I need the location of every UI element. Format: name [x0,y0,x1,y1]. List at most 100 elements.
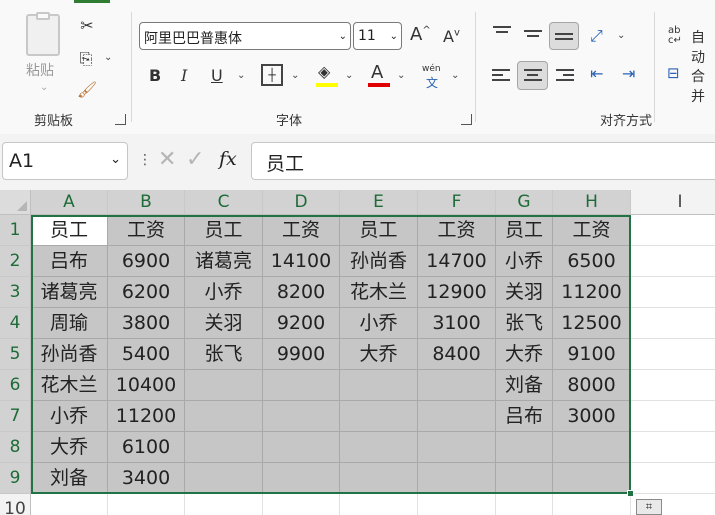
cell-g9[interactable] [496,463,553,494]
cell-f3[interactable]: 12900 [418,277,496,308]
confirm-entry-icon[interactable]: ✓ [186,147,204,172]
row-header-9[interactable]: 9 [0,463,31,494]
cell-a4[interactable]: 周瑜 [31,308,108,339]
underline-button[interactable]: U [211,66,223,85]
copy-button[interactable]: ⎘ [74,48,98,70]
cell-e1[interactable]: 员工 [340,215,418,246]
cell-e10[interactable] [340,494,418,515]
cell-f5[interactable]: 8400 [418,339,496,370]
column-header-d[interactable]: D [263,190,340,215]
cell-i4[interactable] [631,308,715,339]
cell-i1[interactable] [631,215,715,246]
cell-g6[interactable]: 刘备 [496,370,553,401]
cell-h5[interactable]: 9100 [553,339,631,370]
row-header-2[interactable]: 2 [0,246,31,277]
cell-e4[interactable]: 小乔 [340,308,418,339]
cell-i8[interactable] [631,432,715,463]
column-header-i[interactable]: I [631,190,715,215]
decrease-font-size-button[interactable]: Av [443,27,460,46]
row-header-7[interactable]: 7 [0,401,31,432]
cell-c2[interactable]: 诸葛亮 [185,246,263,277]
cell-i2[interactable] [631,246,715,277]
cell-g8[interactable] [496,432,553,463]
row-header-6[interactable]: 6 [0,370,31,401]
cell-d8[interactable] [263,432,340,463]
cell-f7[interactable] [418,401,496,432]
cell-e6[interactable] [340,370,418,401]
cell-f1[interactable]: 工资 [418,215,496,246]
increase-font-size-button[interactable]: A^ [410,24,431,45]
row-header-1[interactable]: 1 [0,215,31,246]
cell-h10[interactable] [553,494,631,515]
cell-g2[interactable]: 小乔 [496,246,553,277]
chevron-down-icon[interactable]: ⌄ [104,52,112,63]
cell-i6[interactable] [631,370,715,401]
cell-a6[interactable]: 花木兰 [31,370,108,401]
cell-g1[interactable]: 员工 [496,215,553,246]
cell-c10[interactable] [185,494,263,515]
cell-a9[interactable]: 刘备 [31,463,108,494]
formula-input[interactable]: 员工 [251,142,715,180]
cell-c3[interactable]: 小乔 [185,277,263,308]
cell-d10[interactable] [263,494,340,515]
cell-h1[interactable]: 工资 [553,215,631,246]
cell-d1[interactable]: 工资 [263,215,340,246]
cell-b9[interactable]: 3400 [108,463,185,494]
cell-d9[interactable] [263,463,340,494]
font-name-select[interactable]: 阿里巴巴普惠体 ⌄ [139,22,351,50]
font-size-select[interactable]: 11 ⌄ [353,22,402,50]
cell-e8[interactable] [340,432,418,463]
row-header-8[interactable]: 8 [0,432,31,463]
name-box[interactable]: A1 ⌄ [2,142,128,180]
cell-f9[interactable] [418,463,496,494]
cell-b8[interactable]: 6100 [108,432,185,463]
cell-d6[interactable] [263,370,340,401]
cell-e7[interactable] [340,401,418,432]
borders-button[interactable]: ┼ [261,64,283,86]
cell-h7[interactable]: 3000 [553,401,631,432]
cell-e9[interactable] [340,463,418,494]
cell-b2[interactable]: 6900 [108,246,185,277]
cell-b6[interactable]: 10400 [108,370,185,401]
dialog-launcher-icon[interactable] [461,114,472,125]
cell-a7[interactable]: 小乔 [31,401,108,432]
row-header-3[interactable]: 3 [0,277,31,308]
orientation-button[interactable]: ⤢ [590,26,603,46]
cell-a1[interactable]: 员工 [31,215,108,246]
cell-d7[interactable] [263,401,340,432]
align-right-icon[interactable] [556,69,574,84]
cell-c1[interactable]: 员工 [185,215,263,246]
bottom-align-button[interactable] [549,22,579,50]
dialog-launcher-icon[interactable] [115,114,126,125]
chevron-down-icon[interactable]: ⌄ [345,70,353,81]
row-header-10[interactable]: 10 [0,494,31,515]
cell-a5[interactable]: 孙尚香 [31,339,108,370]
cell-c6[interactable] [185,370,263,401]
cell-h3[interactable]: 11200 [553,277,631,308]
cell-h9[interactable] [553,463,631,494]
increase-indent-button[interactable]: ⇥ [622,64,635,83]
cell-f6[interactable] [418,370,496,401]
cell-b1[interactable]: 工资 [108,215,185,246]
cell-h8[interactable] [553,432,631,463]
fill-color-button[interactable]: ◈ [318,62,330,81]
cell-f10[interactable] [418,494,496,515]
cell-c9[interactable] [185,463,263,494]
cell-d4[interactable]: 9200 [263,308,340,339]
cell-g7[interactable]: 吕布 [496,401,553,432]
column-header-h[interactable]: H [553,190,631,215]
cell-i3[interactable] [631,277,715,308]
font-color-button[interactable]: A [371,62,383,83]
decrease-indent-button[interactable]: ⇤ [590,64,603,83]
cell-b5[interactable]: 5400 [108,339,185,370]
cell-e3[interactable]: 花木兰 [340,277,418,308]
italic-button[interactable]: I [181,66,187,85]
wrap-text-button[interactable]: 自动 [691,27,715,67]
column-header-f[interactable]: F [418,190,496,215]
align-center-button[interactable] [517,61,548,90]
cell-a10[interactable] [31,494,108,515]
cell-f4[interactable]: 3100 [418,308,496,339]
chevron-down-icon[interactable]: ⌄ [237,70,245,81]
chevron-down-icon[interactable]: ⌄ [397,70,405,81]
cell-i9[interactable] [631,463,715,494]
